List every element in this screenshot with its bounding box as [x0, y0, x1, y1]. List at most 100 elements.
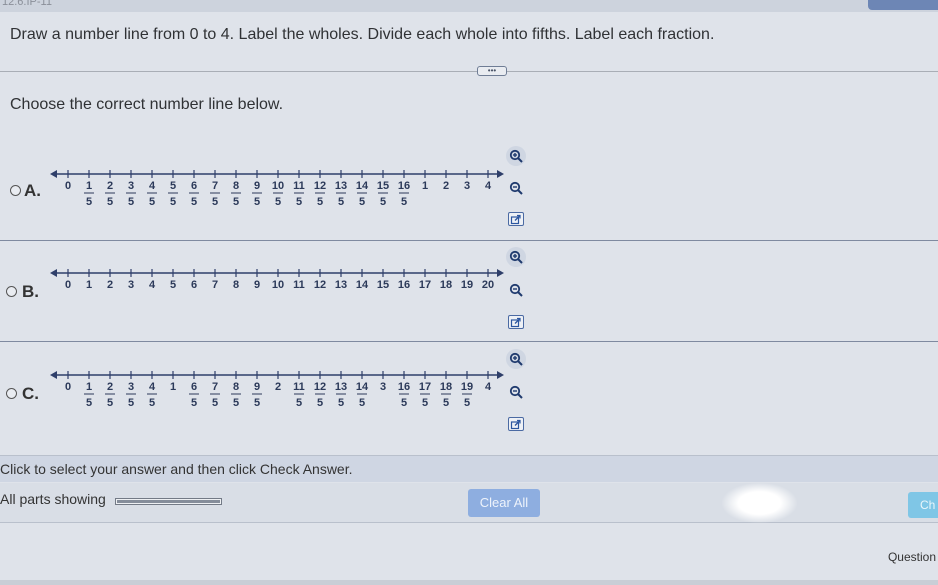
tick-label: 8: [233, 381, 239, 393]
tick-label: 9: [254, 180, 260, 192]
tick-label: 13: [335, 180, 347, 192]
zoom-in-button[interactable]: [506, 349, 526, 369]
tick-denominator: 5: [191, 397, 197, 409]
tick-label: 2: [443, 180, 449, 192]
option-c[interactable]: C. 0 1 5 2 5 3 5 4 5 1 6 5 7 5 8 5 9 5 2 11 5 12 5 13 5 14 5 3 16 5 17…: [0, 343, 938, 448]
tick-denominator: 5: [86, 196, 92, 208]
arrow-right: [497, 371, 504, 379]
tick-label: 13: [335, 381, 347, 393]
tick-label: 16: [398, 180, 410, 192]
tick-label: 0: [65, 381, 71, 393]
tick-label: 1: [86, 279, 92, 291]
zoom-in-icon: [509, 149, 523, 163]
option-b[interactable]: B. 0 1 2 3 4 5 6 7 8 9 10 11 12 13 14 15 16 17 18 19 20: [0, 240, 938, 342]
more-button[interactable]: •••: [477, 66, 507, 76]
tick-label: 17: [419, 279, 431, 291]
breadcrumb: 12.6.IP-11: [2, 0, 52, 8]
zoom-out-icon: [509, 181, 523, 195]
zoom-out-button[interactable]: [506, 280, 526, 300]
bottom-strip: [0, 580, 938, 585]
pop-out-button[interactable]: [508, 212, 524, 226]
tick-label: 7: [212, 180, 218, 192]
arrow-left: [50, 371, 57, 379]
tick-denominator: 5: [128, 196, 134, 208]
arrow-right: [497, 170, 504, 178]
tick-label: 1: [86, 180, 92, 192]
tick-label: 2: [107, 381, 113, 393]
zoom-out-icon: [509, 283, 523, 297]
top-tab[interactable]: [868, 0, 938, 10]
tick-label: 12: [314, 279, 326, 291]
tick-denominator: 5: [359, 397, 365, 409]
top-bar: 12.6.IP-11: [0, 0, 938, 12]
tick-denominator: 5: [149, 196, 155, 208]
arrow-left: [50, 170, 57, 178]
tick-denominator: 5: [107, 397, 113, 409]
tick-label: 0: [65, 180, 71, 192]
status-text: Click to select your answer and then cli…: [0, 461, 353, 477]
tick-label: 14: [356, 381, 369, 393]
radio-option-b[interactable]: [6, 286, 17, 297]
glare: [722, 483, 797, 523]
tick-label: 15: [377, 279, 389, 291]
radio-option-c[interactable]: [6, 388, 17, 399]
tick-denominator: 5: [149, 397, 155, 409]
tick-label: 19: [461, 381, 473, 393]
tick-denominator: 5: [233, 196, 239, 208]
zoom-in-icon: [509, 352, 523, 366]
tick-label: 2: [107, 180, 113, 192]
tick-label: 2: [107, 279, 113, 291]
tick-label: 0: [65, 279, 71, 291]
tick-label: 3: [128, 279, 134, 291]
tick-label: 7: [212, 381, 218, 393]
radio-option-a[interactable]: [10, 185, 21, 196]
tick-label: 14: [356, 180, 369, 192]
tick-denominator: 5: [422, 397, 428, 409]
pop-out-button[interactable]: [508, 417, 524, 431]
number-line-c: 0 152535451 657585952 1151251351453 16517518…: [50, 371, 504, 409]
tick-denominator: 5: [464, 397, 470, 409]
clear-all-button[interactable]: Clear All: [468, 489, 540, 517]
zoom-in-button[interactable]: [506, 247, 526, 267]
tick-label: 2: [275, 381, 281, 393]
tick-denominator: 5: [338, 397, 344, 409]
zoom-out-button[interactable]: [506, 382, 526, 402]
option-b-label: B.: [22, 282, 39, 301]
tick-denominator: 5: [359, 196, 365, 208]
tick-label: 11: [293, 279, 305, 291]
tick-denominator: 5: [296, 397, 302, 409]
tick-denominator: 5: [338, 196, 344, 208]
progress-fill: [117, 500, 220, 503]
option-a[interactable]: A. 0 1 5 2 5 3 5 4 5 5 5 6 5 7 5 8 5 9 5 10 5 11 5 12 5 13 5 14 5 15 5…: [0, 142, 938, 240]
parts-row: All parts showing Clear All Ch: [0, 483, 938, 523]
tick-label: 17: [419, 381, 431, 393]
check-answer-button[interactable]: Ch: [908, 492, 938, 518]
tick-label: 4: [485, 381, 492, 393]
tick-denominator: 5: [212, 196, 218, 208]
tick-label: 16: [398, 381, 410, 393]
zoom-in-icon: [509, 250, 523, 264]
tick-denominator: 5: [380, 196, 386, 208]
tick-label: 4: [149, 381, 156, 393]
tick-denominator: 5: [107, 196, 113, 208]
parts-label: All parts showing: [0, 491, 106, 507]
tick-label: 5: [170, 279, 176, 291]
zoom-out-button[interactable]: [506, 178, 526, 198]
tick-denominator: 5: [401, 397, 407, 409]
tick-label: 3: [128, 381, 134, 393]
tick-label: 9: [254, 381, 260, 393]
tick-label: 12: [314, 381, 326, 393]
zoom-in-button[interactable]: [506, 146, 526, 166]
pop-out-button[interactable]: [508, 315, 524, 329]
tick-denominator: 5: [317, 196, 323, 208]
divider: [0, 71, 938, 72]
tick-label: 3: [464, 180, 470, 192]
tick-label: 8: [233, 279, 239, 291]
instruction-text: Draw a number line from 0 to 4. Label th…: [10, 26, 715, 43]
tick-label: 15: [377, 180, 389, 192]
tick-denominator: 5: [233, 397, 239, 409]
tick-denominator: 5: [170, 196, 176, 208]
tick-label: 6: [191, 180, 197, 192]
tick-denominator: 5: [275, 196, 281, 208]
tick-label: 12: [314, 180, 326, 192]
